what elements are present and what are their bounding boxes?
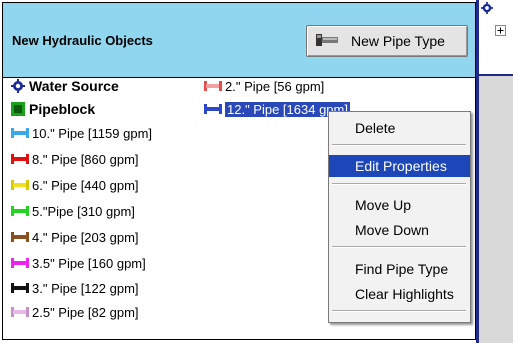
pipe-icon: [11, 283, 29, 293]
menu-item-delete[interactable]: Delete: [329, 117, 470, 139]
tree-item-pipe[interactable]: 2." Pipe [56 gpm]: [204, 77, 324, 95]
tree-item-pipe[interactable]: 2.5" Pipe [82 gpm]: [11, 303, 139, 321]
tree-item-label: Water Source: [29, 78, 119, 94]
menu-separator: [332, 310, 466, 312]
tree-item-label: Pipeblock: [29, 101, 96, 117]
tree-item-pipe[interactable]: 6." Pipe [440 gpm]: [11, 176, 139, 194]
tree-item-pipe[interactable]: 4." Pipe [203 gpm]: [11, 228, 139, 246]
pipe-icon: [204, 81, 222, 91]
panel-title: New Hydraulic Objects: [12, 33, 153, 48]
pipe-icon: [11, 232, 29, 242]
pipe-wrench-icon: [315, 31, 341, 52]
tree-item-water-source[interactable]: Water Source: [11, 77, 119, 95]
tree-item-pipe[interactable]: 10." Pipe [1159 gpm]: [11, 124, 152, 142]
pipe-icon: [11, 258, 29, 268]
menu-separator: [332, 144, 466, 146]
gear-icon: [11, 79, 25, 93]
divider: [479, 74, 513, 76]
pipe-icon: [11, 307, 29, 317]
tree-item-pipeblock[interactable]: Pipeblock: [11, 100, 95, 118]
panel-header: New Hydraulic Objects New Pipe Type: [3, 3, 475, 78]
pipe-icon: [11, 206, 29, 216]
tree-item-pipe[interactable]: 5."Pipe [310 gpm]: [11, 202, 135, 220]
gear-icon: [481, 2, 493, 17]
tree-item-label: 5."Pipe [310 gpm]: [32, 203, 135, 219]
pipe-icon: [11, 128, 29, 138]
tree-item-label: 3.5" Pipe [160 gpm]: [32, 255, 146, 271]
tree-item-pipe[interactable]: 3.5" Pipe [160 gpm]: [11, 254, 146, 272]
side-panel: [476, 0, 513, 343]
menu-item-move-up[interactable]: Move Up: [329, 194, 470, 216]
tree-item-label: 8." Pipe [860 gpm]: [32, 151, 139, 167]
tree-item-pipe[interactable]: 3." Pipe [122 gpm]: [11, 279, 139, 297]
tree-item-label: 2." Pipe [56 gpm]: [225, 78, 325, 94]
tree-item-label: 2.5" Pipe [82 gpm]: [32, 304, 139, 320]
menu-separator: [332, 246, 466, 248]
tree-item-label: 4." Pipe [203 gpm]: [32, 229, 139, 245]
menu-item-find-pipe-type[interactable]: Find Pipe Type: [329, 258, 470, 280]
tree-item-label: 6." Pipe [440 gpm]: [32, 177, 139, 193]
tree-item-label: 3." Pipe [122 gpm]: [32, 280, 139, 296]
context-menu: Delete Edit Properties Move Up Move Down…: [328, 111, 471, 323]
new-pipe-type-label: New Pipe Type: [351, 33, 445, 49]
pipe-icon: [11, 180, 29, 190]
menu-item-move-down[interactable]: Move Down: [329, 219, 470, 241]
menu-item-clear-highlights[interactable]: Clear Highlights: [329, 283, 470, 305]
expand-icon[interactable]: [495, 24, 506, 39]
tree-item-pipe[interactable]: 8." Pipe [860 gpm]: [11, 150, 139, 168]
side-panel-header: [479, 0, 513, 74]
new-pipe-type-button[interactable]: New Pipe Type: [306, 25, 468, 57]
pipeblock-icon: [11, 102, 25, 116]
tree-item-label: 10." Pipe [1159 gpm]: [32, 125, 153, 141]
menu-item-edit-properties[interactable]: Edit Properties: [329, 155, 470, 177]
pipe-icon: [204, 104, 222, 114]
menu-separator: [332, 183, 466, 185]
pipe-icon: [11, 154, 29, 164]
